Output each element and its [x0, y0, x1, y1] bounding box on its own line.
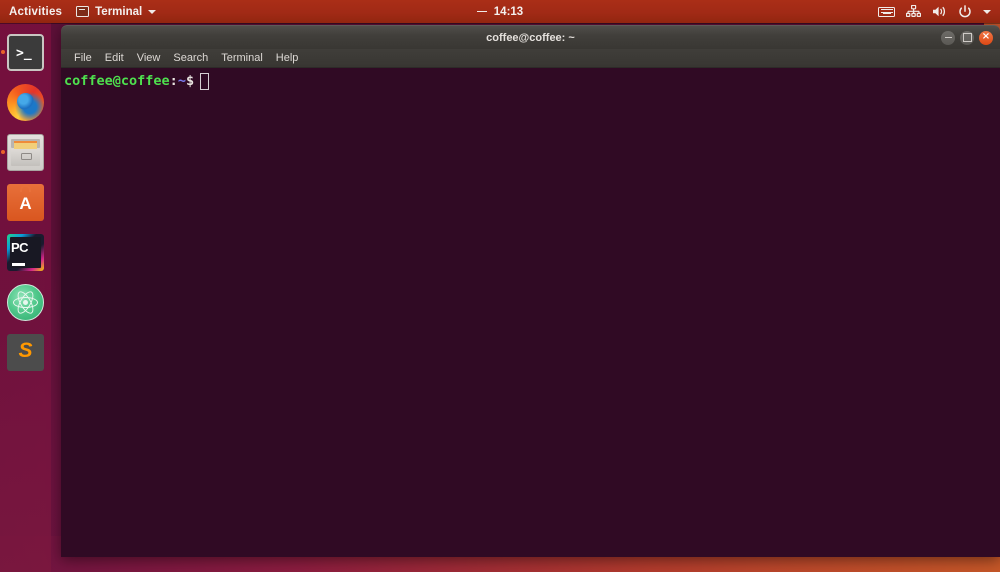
menu-item-search[interactable]: Search	[168, 50, 213, 66]
clock-label: 14:13	[493, 5, 524, 18]
dock-item-terminal[interactable]: >_	[0, 27, 51, 77]
dock-item-firefox[interactable]	[0, 77, 51, 127]
chevron-down-icon	[148, 9, 157, 14]
sublime-text-icon: S	[7, 333, 44, 371]
app-menu-terminal[interactable]: Terminal	[72, 6, 160, 18]
menu-bar: File Edit View Search Terminal Help	[61, 49, 1000, 68]
pycharm-icon: PC	[7, 233, 44, 271]
window-title-bar[interactable]: coffee@coffee: ~ ×	[61, 25, 1000, 49]
files-icon	[7, 133, 44, 171]
terminal-prompt-line: coffee@coffee : ~ $	[64, 73, 1000, 90]
terminal-window-icon	[76, 6, 90, 17]
running-indicator-dot	[1, 50, 5, 54]
dock-item-sublime-text[interactable]: S	[0, 327, 51, 377]
prompt-path: ~	[177, 73, 186, 90]
dock: >_ A PC S	[0, 23, 51, 572]
terminal-output-area[interactable]: coffee@coffee : ~ $	[61, 68, 1000, 557]
menu-item-help[interactable]: Help	[271, 50, 304, 66]
keyboard-layout-icon[interactable]	[878, 6, 895, 17]
prompt-user-host: coffee@coffee	[64, 73, 170, 90]
prompt-colon: :	[169, 73, 178, 90]
terminal-icon: >_	[7, 33, 44, 71]
menu-item-file[interactable]: File	[69, 50, 97, 66]
network-icon[interactable]	[906, 5, 921, 18]
chevron-down-icon[interactable]	[983, 9, 991, 14]
notification-dash-icon	[476, 10, 487, 13]
terminal-window: coffee@coffee: ~ × File Edit View Search…	[61, 25, 1000, 557]
app-menu-label: Terminal	[95, 5, 143, 18]
ubuntu-software-icon: A	[7, 183, 44, 221]
text-cursor	[200, 73, 210, 90]
dock-item-atom[interactable]	[0, 277, 51, 327]
dock-item-files[interactable]	[0, 127, 51, 177]
dock-item-pycharm[interactable]: PC	[0, 227, 51, 277]
running-indicator-dot	[1, 150, 5, 154]
dock-item-ubuntu-software[interactable]: A	[0, 177, 51, 227]
firefox-icon	[7, 83, 44, 121]
volume-icon[interactable]	[932, 5, 947, 18]
window-title: coffee@coffee: ~	[486, 31, 575, 44]
prompt-sigil: $	[185, 73, 195, 90]
maximize-button[interactable]	[960, 30, 974, 45]
window-controls: ×	[941, 30, 1000, 45]
system-tray	[878, 4, 1000, 19]
menu-item-terminal[interactable]: Terminal	[216, 50, 268, 66]
menu-item-edit[interactable]: Edit	[100, 50, 129, 66]
power-icon[interactable]	[958, 4, 972, 19]
menu-item-view[interactable]: View	[132, 50, 166, 66]
close-icon: ×	[981, 31, 991, 42]
clock-area[interactable]: 14:13	[435, 6, 565, 18]
atom-icon	[7, 283, 44, 321]
top-bar: Activities Terminal 14:13	[0, 0, 1000, 23]
minimize-button[interactable]	[941, 30, 955, 45]
close-button[interactable]: ×	[979, 30, 993, 45]
activities-button[interactable]: Activities	[0, 6, 72, 18]
